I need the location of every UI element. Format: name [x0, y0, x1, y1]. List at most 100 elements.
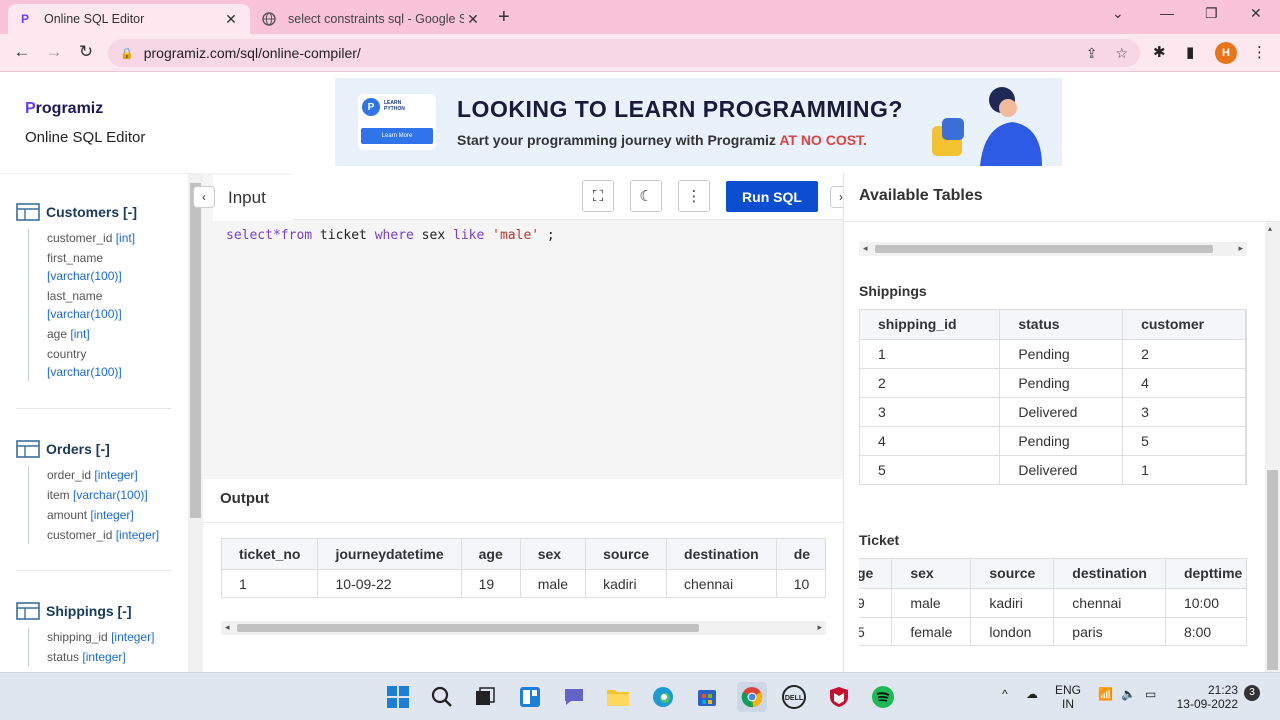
dell-icon[interactable]: DELL: [781, 684, 807, 710]
column-item: age [int]: [47, 327, 90, 341]
close-icon[interactable]: ✕: [464, 11, 482, 28]
extensions-icon[interactable]: ✱: [1153, 43, 1166, 61]
schema-table-orders: Orders [-] order_id [integer] item [varc…: [16, 440, 159, 546]
page-title: Online SQL Editor: [25, 129, 146, 146]
table-row: 9malekadirichennai10:00: [859, 588, 1246, 618]
volume-icon[interactable]: 🔈: [1121, 687, 1136, 701]
sql-code-editor[interactable]: select*from ticket where sex like 'male'…: [203, 221, 843, 479]
table-cell: 4: [860, 426, 1001, 456]
table-cell: 1: [860, 339, 1001, 369]
new-tab-button[interactable]: +: [498, 6, 510, 29]
address-bar[interactable]: 🔒 programiz.com/sql/online-compiler/ ⇪ ☆: [108, 39, 1140, 67]
collapse-sidebar-button[interactable]: ‹: [193, 186, 215, 208]
scroll-left-icon[interactable]: ◂: [863, 243, 868, 254]
column-header: age: [461, 539, 521, 570]
table-row: 3 Delivered 3: [860, 397, 1246, 427]
ad-banner[interactable]: P LEARN PYTHON Learn More LOOKING TO LEA…: [335, 78, 1062, 166]
mcafee-icon[interactable]: [826, 684, 852, 710]
dark-mode-moon-icon[interactable]: ☾: [630, 180, 662, 212]
onedrive-icon[interactable]: ☁: [1026, 687, 1038, 701]
scroll-up-icon[interactable]: ▴: [1268, 224, 1272, 233]
profile-avatar[interactable]: H: [1215, 42, 1237, 64]
schema-table-shippings: Shippings [-] shipping_id [integer] stat…: [16, 602, 154, 668]
window-close-icon[interactable]: ✕: [1250, 5, 1262, 22]
table-header[interactable]: Shippings [-]: [16, 602, 154, 620]
svg-text:DELL: DELL: [785, 695, 804, 702]
back-icon[interactable]: ←: [12, 42, 32, 62]
tray-chevron-icon[interactable]: ^: [1002, 687, 1008, 701]
column-item: shipping_id [integer]: [47, 630, 155, 644]
table-header-row: ticket_no journeydatetime age sex source…: [222, 539, 825, 570]
restore-icon[interactable]: ❐: [1205, 5, 1218, 22]
table-cell: male: [520, 569, 587, 597]
column-header: destination: [1053, 559, 1166, 589]
edge-browser-icon[interactable]: [650, 684, 676, 710]
scrollbar-thumb[interactable]: [237, 624, 699, 632]
globe-icon: [262, 12, 276, 26]
table-cell: 10: [776, 569, 825, 597]
forward-icon[interactable]: →: [44, 42, 64, 62]
tables-vertical-scrollbar[interactable]: ▴: [1265, 222, 1280, 672]
windows-taskbar: DELL ^ ☁ ENG IN 📶 🔈 ▭ 21:23 13-09-2022 3: [0, 672, 1280, 720]
side-panel-icon[interactable]: ▮: [1186, 43, 1194, 61]
table-cell: kadiri: [970, 588, 1055, 618]
output-title: Output: [220, 490, 270, 507]
chrome-icon[interactable]: [737, 682, 767, 712]
minimize-icon[interactable]: —: [1160, 5, 1174, 21]
column-item: customer_id [int]: [47, 231, 136, 245]
teams-chat-icon[interactable]: [561, 684, 587, 710]
available-tables-title: Available Tables: [859, 187, 983, 204]
sidebar-scrollbar[interactable]: [188, 173, 203, 672]
programiz-logo[interactable]: Programiz: [25, 100, 103, 118]
task-view-icon[interactable]: [472, 684, 498, 710]
table-cell: kadiri: [585, 569, 668, 597]
run-sql-button[interactable]: Run SQL: [726, 181, 818, 212]
banner-headline: LOOKING TO LEARN PROGRAMMING?: [457, 96, 903, 122]
windows-start-icon[interactable]: [385, 684, 411, 710]
divider: [203, 522, 843, 523]
column-item: first_name [varchar(100)]: [47, 251, 122, 283]
table-header[interactable]: Customers [-]: [16, 203, 137, 221]
table-cell: 19: [461, 569, 521, 597]
scroll-left-icon[interactable]: ◂: [225, 622, 230, 633]
language-indicator[interactable]: ENG IN: [1055, 683, 1081, 711]
microsoft-store-icon[interactable]: [694, 684, 720, 710]
tab-search-icon[interactable]: ⌄: [1112, 5, 1124, 22]
fullscreen-icon[interactable]: ⛶: [582, 180, 614, 212]
lock-icon: 🔒: [120, 47, 134, 60]
file-explorer-icon[interactable]: [605, 684, 631, 710]
wifi-icon[interactable]: 📶: [1098, 687, 1113, 701]
banner-card-label: LEARN PYTHON: [384, 100, 405, 112]
input-tab[interactable]: Input: [213, 175, 293, 221]
battery-icon[interactable]: ▭: [1145, 687, 1156, 701]
learn-more-button[interactable]: Learn More: [361, 128, 433, 144]
clock[interactable]: 21:23 13-09-2022: [1172, 683, 1238, 711]
table-cell: 2: [860, 368, 1001, 398]
scrollbar-thumb[interactable]: [875, 245, 1213, 253]
column-item: status [integer]: [47, 650, 126, 664]
scrollbar-thumb[interactable]: [1267, 470, 1278, 670]
tab-online-sql-editor[interactable]: P Online SQL Editor ✕: [8, 4, 250, 34]
close-icon[interactable]: ✕: [222, 11, 240, 28]
column-header: depttime: [1165, 559, 1246, 589]
table-cell: 10:00: [1165, 588, 1246, 618]
scrollbar-thumb[interactable]: [190, 183, 201, 518]
menu-kebab-icon[interactable]: ⋮: [1252, 43, 1267, 61]
tab-google-search[interactable]: select constraints sql - Google Se ✕: [252, 4, 492, 34]
output-horizontal-scrollbar[interactable]: ◂ ▸: [221, 621, 826, 635]
reload-icon[interactable]: ↻: [76, 42, 96, 62]
table-cell: london: [970, 617, 1055, 645]
share-icon[interactable]: ⇪: [1086, 45, 1098, 62]
spotify-icon[interactable]: [870, 684, 896, 710]
bookmark-star-icon[interactable]: ☆: [1115, 45, 1128, 62]
search-icon[interactable]: [429, 684, 455, 710]
table-header[interactable]: Orders [-]: [16, 440, 159, 458]
scroll-right-icon[interactable]: ▸: [817, 622, 822, 633]
scroll-right-icon[interactable]: ▸: [1238, 243, 1243, 254]
column-header: journeydatetime: [317, 539, 462, 570]
tables-horizontal-scrollbar[interactable]: ◂ ▸: [859, 242, 1247, 256]
more-options-icon[interactable]: ⋮: [678, 180, 710, 212]
widgets-icon[interactable]: [517, 684, 543, 710]
notification-count-badge[interactable]: 3: [1244, 685, 1260, 701]
divider: [843, 221, 1280, 222]
